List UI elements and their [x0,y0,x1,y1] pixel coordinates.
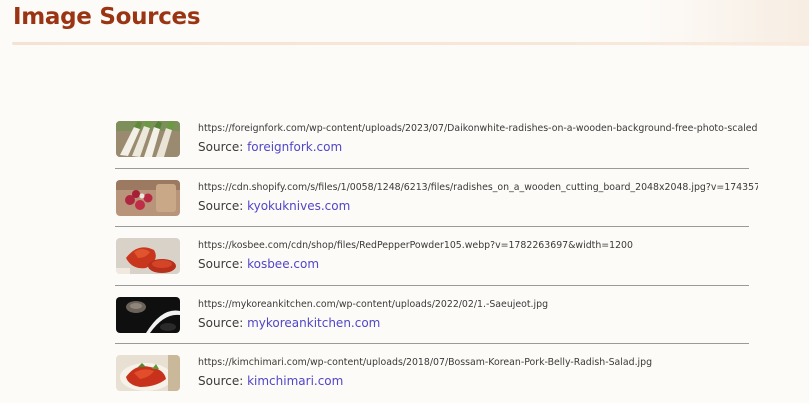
source-link[interactable]: kosbee.com [247,257,319,271]
source-url: https://kimchimari.com/wp-content/upload… [198,357,653,368]
source-line: Source: kosbee.com [198,257,319,271]
source-label: Source: [198,257,248,271]
page-header: Image Sources [0,0,809,46]
saeujeot-thumbnail [116,296,180,333]
source-line: Source: kyokuknives.com [198,199,350,213]
source-url: https://kosbee.com/cdn/shop/files/RedPep… [198,240,633,251]
source-label: Source: [198,374,248,388]
source-row: https://mykoreankitchen.com/wp-content/u… [115,286,749,344]
source-line: Source: foreignfork.com [198,140,342,154]
source-url: https://foreignfork.com/wp-content/uploa… [198,123,758,134]
sources-list: https://foreignfork.com/wp-content/uploa… [115,110,758,403]
red-pepper-powder-thumbnail [116,238,180,274]
radish-salad-thumbnail [116,355,180,391]
source-label: Source: [198,198,248,213]
source-url: https://cdn.shopify.com/s/files/1/0058/1… [198,181,758,193]
source-row: https://foreignfork.com/wp-content/uploa… [115,110,758,169]
source-row: https://kimchimari.com/wp-content/upload… [115,344,749,403]
source-link[interactable]: kimchimari.com [247,374,343,388]
page-title: Image Sources [13,4,201,30]
source-link[interactable]: kyokuknives.com [247,199,350,213]
source-line: Source: kimchimari.com [198,374,343,388]
header-divider [12,42,809,45]
daikon-radish-thumbnail [116,121,180,157]
source-label: Source: [198,315,248,330]
image-sources-page: Image Sources https://foreignfork.com/wp… [0,0,809,403]
source-url: https://mykoreankitchen.com/wp-content/u… [198,298,549,310]
source-label: Source: [198,140,248,154]
source-link[interactable]: mykoreankitchen.com [247,316,380,330]
header-fade [640,0,809,46]
source-link[interactable]: foreignfork.com [247,140,342,154]
source-row: https://kosbee.com/cdn/shop/files/RedPep… [115,227,749,286]
source-row: https://cdn.shopify.com/s/files/1/0058/1… [115,169,758,227]
radishes-cutting-board-thumbnail [116,179,180,216]
source-line: Source: mykoreankitchen.com [198,316,380,330]
